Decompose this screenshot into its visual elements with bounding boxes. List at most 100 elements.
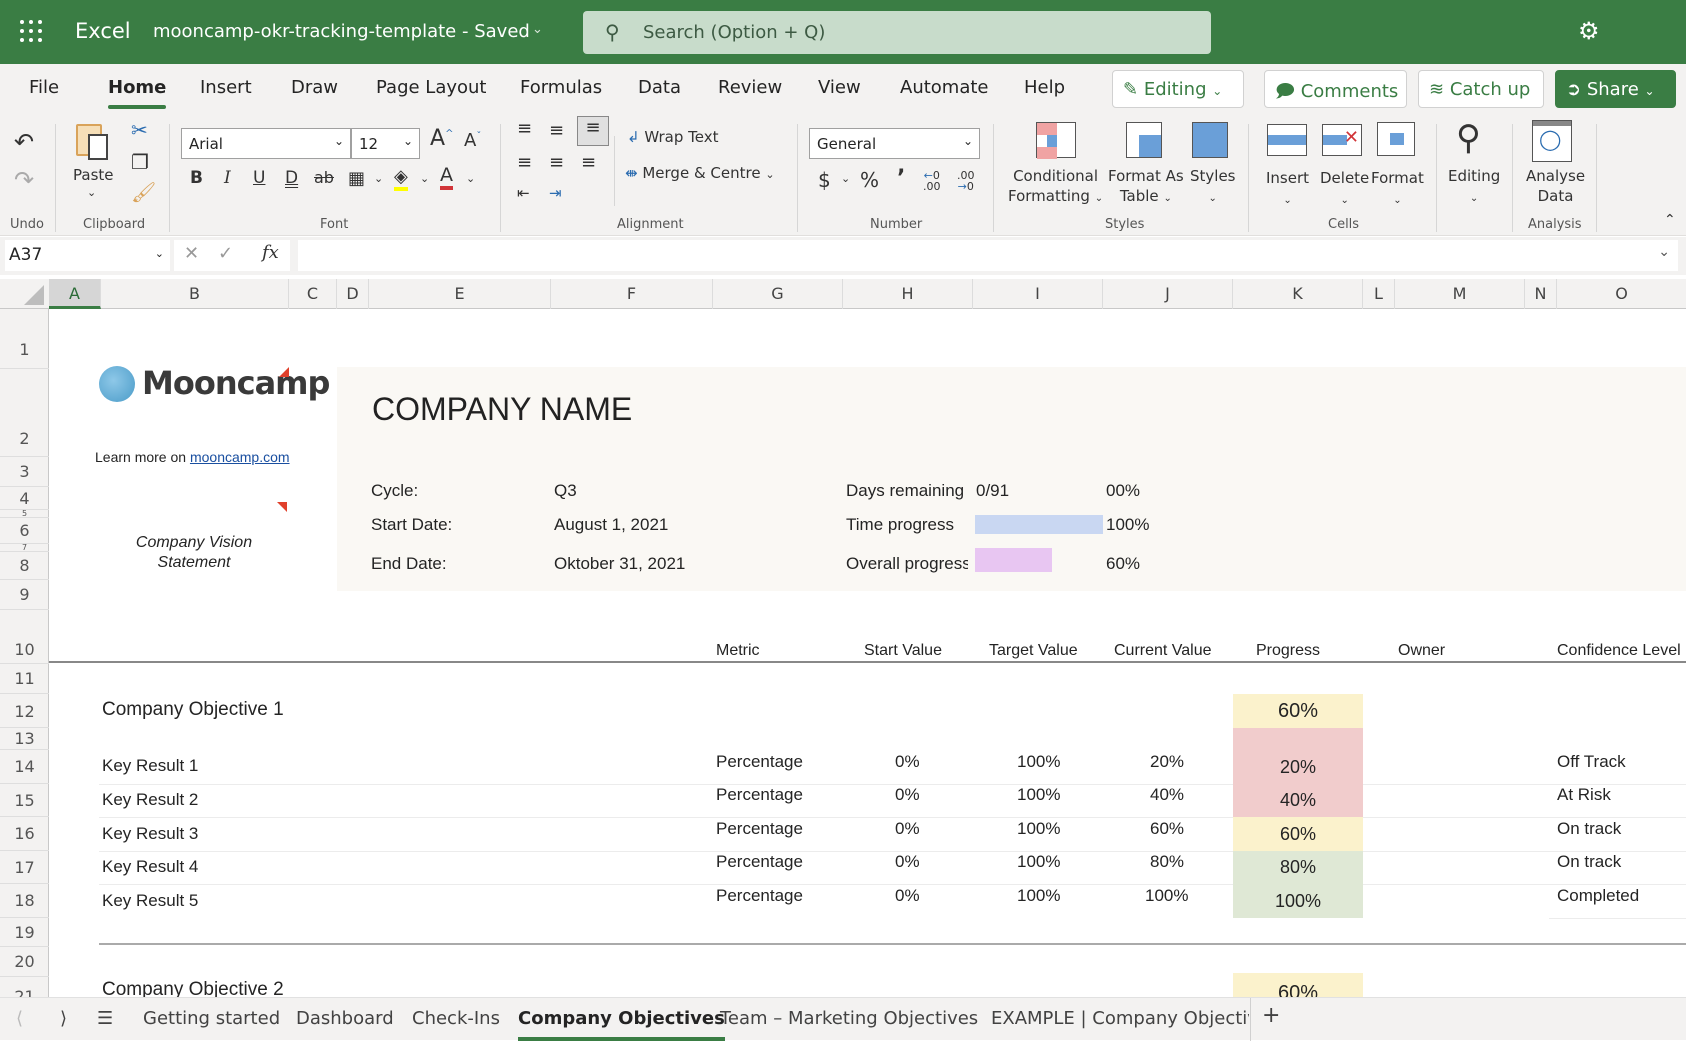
column-header-a[interactable]: A [49, 279, 101, 309]
expand-formula-icon[interactable]: ⌄ [1658, 244, 1670, 260]
insert-cells-icon[interactable] [1267, 124, 1307, 156]
chevron-down-icon[interactable]: ⌄ [466, 172, 475, 185]
column-header-j[interactable]: J [1103, 279, 1233, 309]
comment-indicator[interactable] [279, 367, 289, 377]
chevron-down-icon[interactable]: ⌄ [420, 172, 429, 185]
formula-input[interactable]: ⌄ [298, 240, 1678, 271]
increase-font-size-icon[interactable]: A^ [430, 126, 453, 151]
column-header-c[interactable]: C [289, 279, 337, 309]
fill-color-icon[interactable]: ◈ [394, 166, 408, 191]
row-header-14[interactable]: 14 [0, 750, 49, 784]
tab-insert[interactable]: Insert [200, 77, 252, 98]
add-sheet-icon[interactable]: + [1262, 1003, 1280, 1028]
sheet-tab-example-company-objectives[interactable]: EXAMPLE | Company Objectives [991, 1008, 1249, 1029]
row-header-6[interactable]: 6 [0, 518, 49, 544]
column-header-n[interactable]: N [1525, 279, 1557, 309]
align-middle-icon[interactable]: ≡ [549, 120, 564, 141]
select-all-button[interactable] [24, 285, 44, 305]
row-header-4[interactable]: 4 [0, 487, 49, 510]
borders-icon[interactable]: ▦ [348, 168, 365, 189]
row-header-8[interactable]: 8 [0, 552, 49, 580]
wrap-text-button[interactable]: ↲ Wrap Text [627, 128, 719, 146]
tab-formulas[interactable]: Formulas [520, 77, 602, 98]
row-header-13[interactable]: 13 [0, 728, 49, 750]
bold-icon[interactable]: B [190, 168, 203, 188]
tab-review[interactable]: Review [718, 77, 782, 98]
chevron-down-icon[interactable]: ⌄ [532, 22, 543, 37]
column-header-l[interactable]: L [1363, 279, 1395, 309]
decrease-indent-icon[interactable]: ⇤ [517, 184, 530, 202]
font-size-select[interactable]: 12 ⌄ [351, 128, 420, 159]
format-as-table-icon[interactable] [1126, 122, 1162, 158]
row-header-15[interactable]: 15 [0, 784, 49, 817]
document-title[interactable]: mooncamp-okr-tracking-template - Saved [153, 21, 530, 42]
chevron-down-icon[interactable]: ⌄ [374, 172, 383, 185]
row-header-19[interactable]: 19 [0, 918, 49, 947]
tab-home[interactable]: Home [108, 77, 167, 109]
tab-data[interactable]: Data [638, 77, 681, 98]
column-header-o[interactable]: O [1557, 279, 1686, 309]
row-header-9[interactable]: 9 [0, 580, 49, 610]
comment-indicator[interactable] [277, 502, 287, 512]
row-header-11[interactable]: 11 [0, 664, 49, 694]
sheet-tab-dashboard[interactable]: Dashboard [296, 1008, 394, 1029]
decrease-decimal-icon[interactable]: .00 →0 [957, 170, 975, 192]
increase-indent-icon[interactable]: ⇥ [549, 184, 562, 202]
chevron-down-icon[interactable]: ⌄ [87, 186, 96, 199]
collapse-ribbon-icon[interactable]: ⌃ [1664, 212, 1676, 228]
gear-icon[interactable]: ⚙ [1578, 17, 1600, 45]
conditional-formatting-icon[interactable] [1036, 122, 1076, 159]
column-header-f[interactable]: F [551, 279, 713, 309]
column-header-h[interactable]: H [843, 279, 973, 309]
row-header-1[interactable]: 1 [0, 309, 49, 369]
delete-cells-button[interactable]: Delete ⌄ [1320, 168, 1369, 211]
format-as-table-button[interactable]: Format As Table ⌄ [1108, 166, 1184, 209]
column-header-m[interactable]: M [1395, 279, 1525, 309]
analyse-data-button[interactable]: Analyse Data [1526, 166, 1585, 206]
tab-help[interactable]: Help [1024, 77, 1065, 98]
italic-icon[interactable]: I [224, 168, 231, 188]
align-top-icon[interactable]: ≡ [517, 118, 532, 139]
catch-up-button[interactable]: ≋ Catch up [1418, 70, 1544, 108]
tab-draw[interactable]: Draw [291, 77, 338, 98]
conditional-formatting-button[interactable]: Conditional Formatting ⌄ [1008, 166, 1103, 209]
comments-button[interactable]: 🗩 Comments [1264, 70, 1407, 108]
tab-file[interactable]: File [29, 77, 59, 98]
align-bottom-icon[interactable]: ≡ [577, 116, 609, 146]
column-header-d[interactable]: D [337, 279, 369, 309]
editing-mode-button[interactable]: ✎ Editing ⌄ [1112, 70, 1244, 108]
row-header-2[interactable]: 2 [0, 369, 49, 457]
undo-icon[interactable]: ↶ [14, 128, 34, 156]
cell-styles-button[interactable]: Styles ⌄ [1190, 166, 1236, 209]
app-launcher-icon[interactable] [20, 20, 42, 42]
font-color-icon[interactable]: A [440, 164, 453, 190]
all-sheets-menu-icon[interactable]: ☰ [97, 1008, 113, 1029]
row-header-7[interactable]: 7 [0, 544, 49, 552]
cell-styles-icon[interactable] [1192, 122, 1228, 158]
name-box[interactable]: A37 ⌄ [5, 240, 170, 271]
cut-icon[interactable]: ✂ [131, 118, 148, 142]
row-header-10[interactable]: 10 [0, 610, 49, 664]
comma-style-icon[interactable]: ’ [897, 166, 905, 191]
row-header-18[interactable]: 18 [0, 884, 49, 918]
strikethrough-icon[interactable]: ab [314, 168, 334, 187]
scroll-tabs-left-icon[interactable]: ⟨ [16, 1008, 23, 1029]
column-header-b[interactable]: B [101, 279, 289, 309]
delete-cells-icon[interactable]: ✕ [1322, 124, 1362, 156]
share-button[interactable]: ➲ Share ⌄ [1555, 70, 1676, 108]
sheet-tab-team-marketing-objectives[interactable]: Team – Marketing Objectives [720, 1008, 978, 1029]
row-header-3[interactable]: 3 [0, 457, 49, 487]
column-header-i[interactable]: I [973, 279, 1103, 309]
align-right-icon[interactable]: ≡ [581, 152, 596, 173]
mooncamp-link[interactable]: mooncamp.com [190, 449, 290, 465]
paste-icon[interactable] [72, 120, 114, 162]
copy-icon[interactable]: ❐ [131, 150, 149, 174]
search-box[interactable]: ⚲ Search (Option + Q) [583, 11, 1211, 54]
editing-button[interactable]: Editing ⌄ [1448, 166, 1500, 209]
column-header-g[interactable]: G [713, 279, 843, 309]
underline-icon[interactable]: U [253, 168, 265, 188]
align-left-icon[interactable]: ≡ [517, 152, 532, 173]
sheet-tab-company-objectives[interactable]: Company Objectives [518, 1008, 725, 1041]
sheet-tab-getting-started[interactable]: Getting started [143, 1008, 280, 1029]
find-icon[interactable]: ⚲ [1456, 118, 1481, 158]
